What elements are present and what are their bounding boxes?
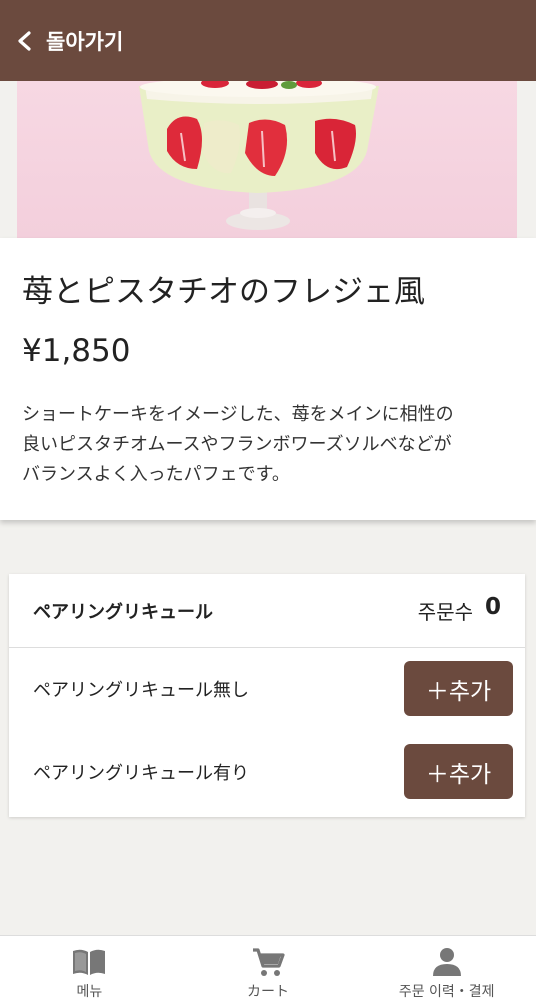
option-label: ペアリングリキュール無し xyxy=(33,680,249,701)
option-group-header: ペアリングリキュール 주문수 0 xyxy=(9,574,525,648)
nav-item-order-history[interactable]: 주문 이력・결제 xyxy=(357,936,536,1007)
nav-label: 주문 이력・결제 xyxy=(398,984,495,1000)
parfait-illustration xyxy=(139,81,379,230)
nav-item-menu[interactable]: 메뉴 xyxy=(0,936,179,1007)
product-description: ショートケーキをイメージした、苺をメインに相性の 良いピスタチオムースやフランボ… xyxy=(22,400,516,490)
app-header: 돌아가기 xyxy=(0,0,536,81)
option-group-title: ペアリングリキュール xyxy=(33,602,213,623)
nav-label: カート xyxy=(247,984,289,1000)
description-line: バランスよく入ったパフェです。 xyxy=(22,464,290,485)
book-icon xyxy=(73,949,106,975)
person-icon xyxy=(432,948,461,976)
product-image xyxy=(17,81,517,238)
cart-icon xyxy=(253,948,285,976)
option-row: ペアリングリキュール有り ＋추가 xyxy=(9,731,525,815)
chevron-left-icon[interactable] xyxy=(14,30,36,52)
product-title: 苺とピスタチオのフレジェ風 xyxy=(22,274,425,310)
product-info-card: 苺とピスタチオのフレジェ風 ¥1,850 ショートケーキをイメージした、苺をメイ… xyxy=(0,238,536,520)
add-option-button[interactable]: ＋추가 xyxy=(404,744,513,799)
option-group-card: ペアリングリキュール 주문수 0 ペアリングリキュール無し ＋추가 ペアリングリ… xyxy=(9,574,525,817)
nav-item-cart[interactable]: カート xyxy=(179,936,358,1007)
option-row: ペアリングリキュール無し ＋추가 xyxy=(9,648,525,732)
description-line: ショートケーキをイメージした、苺をメインに相性の xyxy=(22,404,454,425)
order-count-label: 주문수 xyxy=(417,600,473,624)
nav-label: 메뉴 xyxy=(76,984,103,1000)
bottom-navigation: 메뉴 カート 주문 이력・결제 xyxy=(0,935,536,1007)
product-price: ¥1,850 xyxy=(22,333,131,369)
option-label: ペアリングリキュール有り xyxy=(33,763,249,784)
order-count-value: 0 xyxy=(484,594,501,620)
description-line: 良いピスタチオムースやフランボワーズソルベなどが xyxy=(22,434,452,455)
add-option-button[interactable]: ＋추가 xyxy=(404,661,513,716)
back-button[interactable]: 돌아가기 xyxy=(46,26,123,56)
